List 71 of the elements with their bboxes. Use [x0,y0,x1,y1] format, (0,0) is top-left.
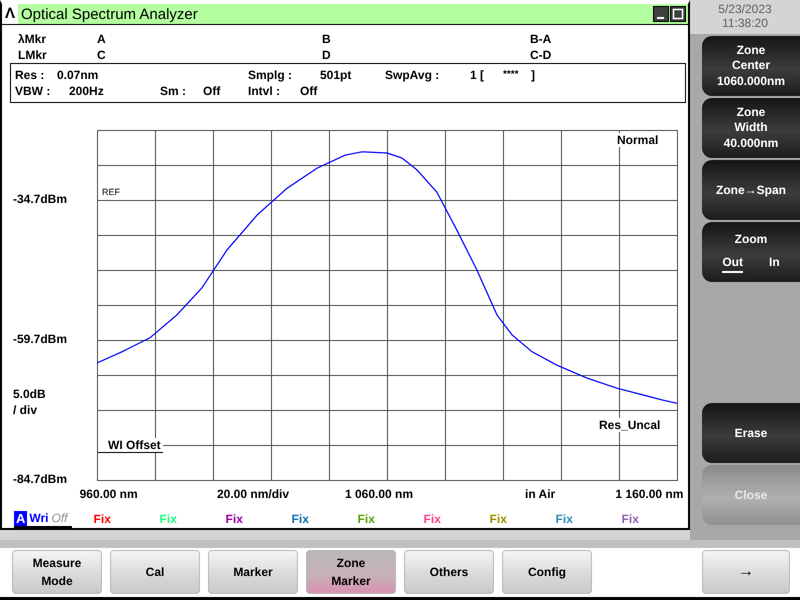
setting-value: 501pt [320,67,352,83]
marker-name: B [322,31,332,47]
offset-label: WI Offset [98,438,163,453]
date-text: 5/23/2023 [718,2,772,16]
softkey[interactable]: Zoom Out In [702,222,800,282]
y-axis-label: -34.7dBm [13,192,68,206]
menu-button[interactable]: Measure Mode [12,550,102,594]
trace-mode[interactable]: Fix [546,512,612,526]
marker-name: C [97,47,107,63]
trace-letter: A [14,510,28,526]
menu-button[interactable]: Zone Marker [306,550,396,594]
minimize-icon[interactable] [653,6,669,22]
trace-mode[interactable]: Fix [216,512,282,526]
marker-name: D [322,47,332,63]
setting-value: 0.07nm [57,67,98,83]
window-title: Optical Spectrum Analyzer [21,6,199,22]
marker-label: λMkr [18,31,48,47]
setting-label: Sm : [160,83,186,99]
x-axis-label: 1 160.00 nm [615,486,684,501]
zoom-option[interactable]: In [769,254,780,272]
setting-label: Smplg : [248,67,292,83]
x-axis-label: 20.00 nm/div [217,486,290,501]
setting-value: 200Hz [69,83,104,99]
trace-mode[interactable]: Fix [84,512,150,526]
softkey[interactable]: Zone Width 40.000nm [702,98,800,158]
softkey-label: Zone→Span [716,182,786,198]
setting-value: **** [503,68,519,82]
zoom-option[interactable]: Out [722,254,743,272]
setting-value: 1 [ [470,67,484,83]
setting-value: Off [203,83,220,99]
maximize-icon[interactable] [670,6,686,22]
medium-label: in Air [525,486,556,501]
marker-name: A [97,31,107,47]
softkey-label: Zoom [734,232,768,246]
menu-button[interactable]: Marker [208,550,298,594]
softkey-value: 40.000nm [724,136,778,151]
softkey[interactable]: Zone Center 1060.000nm [702,36,800,96]
softkey-value: 1060.000nm [716,74,786,89]
x-axis-label: 1 060.00 nm [345,486,414,501]
x-axis-label: 960.00 nm [80,486,138,501]
y-axis-label: -59.7dBm [13,332,68,346]
softkey-label: Zone Width [734,105,768,135]
y-axis-label: -84.7dBm [13,472,68,486]
setting-label: SwpAvg : [385,67,440,83]
setting-label: Intvl : [248,83,280,99]
mode-label: Normal [615,132,660,147]
setting-label: Res : [15,67,44,83]
scale-label: 5.0dB [13,386,46,401]
softkey-label: Zone Center [732,43,770,73]
marker-difference: C-D [530,47,552,63]
next-button[interactable]: → [702,550,790,594]
softkey[interactable]: Zone→Span [702,160,800,220]
status-label: Res_Uncal [597,418,662,432]
time-text: 11:38:20 [722,16,768,30]
trace-mode[interactable]: Fix [282,512,348,526]
setting-value: Off [300,83,318,99]
menu-button[interactable]: Others [404,550,494,594]
marker-label: LMkr [18,47,48,63]
marker-difference: B-A [530,31,552,47]
softkey[interactable]: Erase [702,403,800,463]
active-trace-tab[interactable]: A Wri Off [14,510,72,528]
setting-value: ] [531,67,535,83]
ref-label: REF [101,186,121,197]
menu-button[interactable]: Cal [110,550,200,594]
menu-button[interactable]: Config [502,550,592,594]
app-icon: Λ [2,4,18,24]
setting-label: VBW : [15,83,50,99]
trace-mode[interactable]: Fix [612,512,678,526]
trace-mode: Wri [29,511,49,526]
scale-label: / div [13,402,38,417]
trace-display: Off [52,511,70,526]
